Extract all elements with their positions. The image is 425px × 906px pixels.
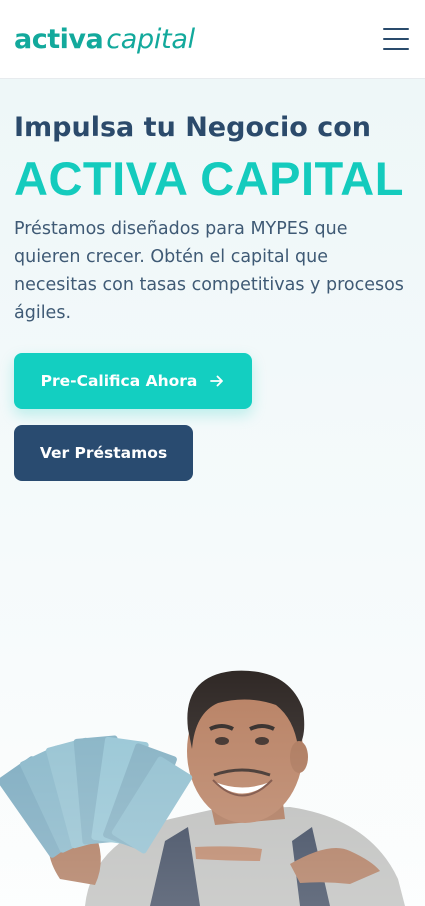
hero-description: Préstamos diseñados para MYPES que quier… — [14, 219, 404, 323]
hero-title: Impulsa tu Negocio con — [14, 112, 371, 143]
hero-section: Impulsa tu Negocio con ACTIVA CAPITAL Pr… — [0, 79, 425, 906]
menu-bar-middle — [383, 38, 409, 40]
menu-bar-top — [383, 28, 409, 30]
site-header: activa capital — [0, 0, 425, 79]
logo-main-text: activa — [14, 23, 104, 55]
view-loans-label: Ver Préstamos — [39, 444, 168, 462]
pre-qualify-label: Pre-Califica Ahora — [40, 372, 198, 390]
hero-brand-title: ACTIVA CAPITAL — [14, 152, 404, 205]
pre-qualify-button[interactable]: Pre-Califica Ahora — [14, 353, 252, 409]
hamburger-menu-icon[interactable] — [383, 28, 409, 50]
hero-text-block: Impulsa tu Negocio con ACTIVA CAPITAL Pr… — [0, 79, 425, 327]
logo-sub-text: capital — [106, 23, 195, 55]
menu-bar-bottom — [383, 48, 409, 50]
view-loans-button[interactable]: Ver Préstamos — [14, 425, 193, 481]
arrow-right-icon — [209, 373, 225, 389]
brand-logo[interactable]: activa capital — [14, 24, 195, 55]
man-holding-banknotes-photo — [0, 579, 425, 906]
